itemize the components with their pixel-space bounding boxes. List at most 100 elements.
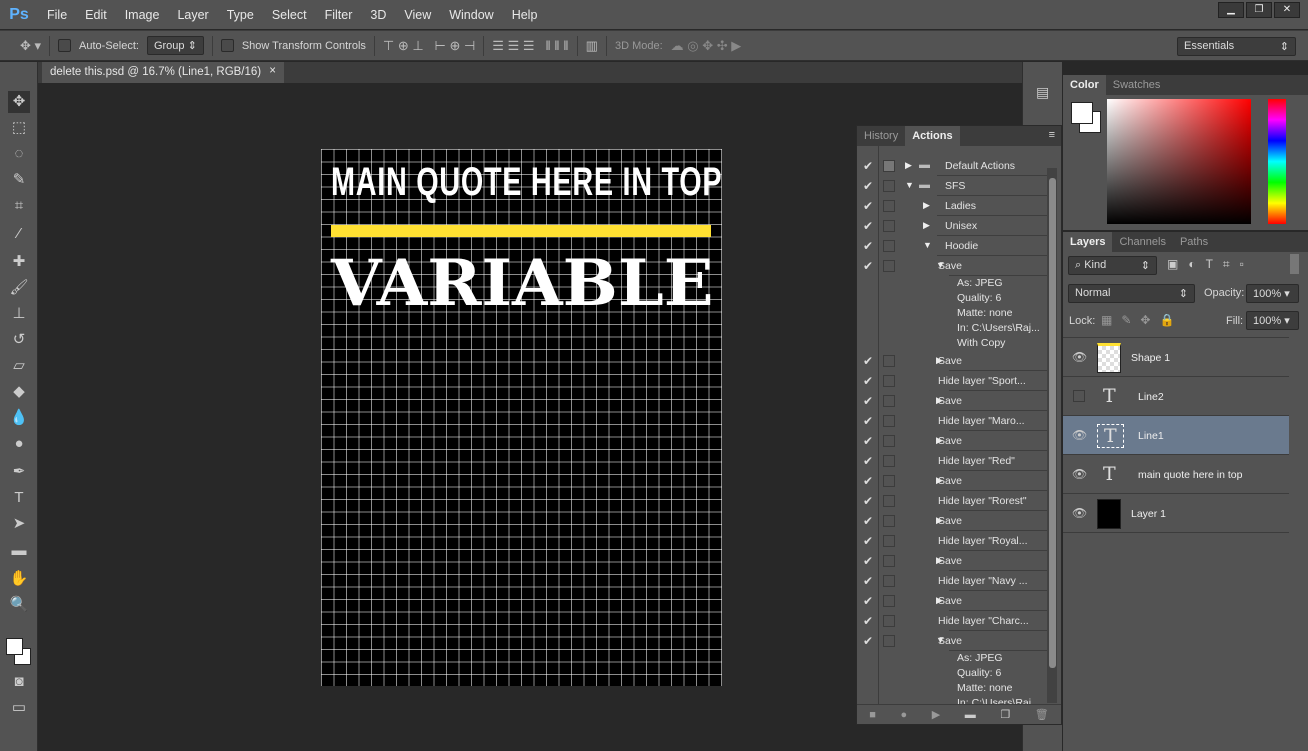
enabled-check-icon[interactable]: ✔ — [863, 554, 873, 568]
menu-select[interactable]: Select — [263, 8, 316, 22]
dialog-toggle[interactable] — [883, 240, 895, 252]
healing-tool-icon[interactable]: ✚ — [8, 251, 30, 273]
enabled-check-icon[interactable]: ✔ — [863, 199, 873, 213]
minimize-button[interactable]: ▁ — [1218, 2, 1244, 18]
type-tool-icon[interactable]: T — [8, 487, 30, 509]
layer-row[interactable]: 👁 Shape 1 — [1063, 338, 1289, 377]
menu-file[interactable]: File — [38, 8, 76, 22]
lock-icons[interactable]: ▦✎✥🔒 — [1101, 313, 1183, 327]
enabled-check-icon[interactable]: ✔ — [863, 414, 873, 428]
menu-view[interactable]: View — [395, 8, 440, 22]
play-icon[interactable]: ▶ — [932, 708, 940, 721]
action-item[interactable]: ✔ ▶ Save — [857, 591, 1047, 611]
menu-filter[interactable]: Filter — [316, 8, 362, 22]
action-item[interactable]: ✔ ▶ Ladies — [857, 196, 1047, 216]
enabled-check-icon[interactable]: ✔ — [863, 494, 873, 508]
dialog-toggle[interactable] — [883, 375, 895, 387]
auto-align-icon[interactable]: ▥ — [586, 38, 598, 54]
menu-3d[interactable]: 3D — [361, 8, 395, 22]
document-tab[interactable]: delete this.psd @ 16.7% (Line1, RGB/16) … — [42, 62, 284, 83]
eyedropper-tool-icon[interactable]: ⁄ — [8, 223, 30, 245]
action-item[interactable]: ✔ ▶ Save — [857, 351, 1047, 371]
auto-select-dropdown[interactable]: Group ⇕ — [146, 36, 204, 55]
enabled-check-icon[interactable]: ✔ — [863, 454, 873, 468]
dialog-toggle[interactable] — [883, 595, 895, 607]
action-set[interactable]: ✔ ▼ ▬ SFS — [857, 176, 1047, 196]
tab-channels[interactable]: Channels — [1112, 232, 1172, 252]
eraser-tool-icon[interactable]: ▱ — [8, 355, 30, 377]
quick-select-tool-icon[interactable]: ✎ — [8, 169, 30, 191]
dialog-toggle[interactable] — [883, 415, 895, 427]
tab-color[interactable]: Color — [1063, 75, 1106, 95]
move-tool-icon[interactable]: ✥ — [8, 91, 30, 113]
action-item[interactable]: ✔ ▶ Unisex — [857, 216, 1047, 236]
quick-mask-icon[interactable]: ◙ — [8, 671, 30, 693]
record-icon[interactable]: ● — [901, 709, 908, 721]
action-item[interactable]: ✔ ▶ Save — [857, 551, 1047, 571]
visibility-box[interactable] — [1073, 390, 1085, 402]
action-item[interactable]: ✔ Hide layer "Sport... — [857, 371, 1047, 391]
eye-icon[interactable]: 👁 — [1072, 467, 1087, 481]
dialog-toggle[interactable] — [883, 355, 895, 367]
layer-filter-icons[interactable]: ▣◐T⌗▫ — [1167, 257, 1254, 272]
action-item[interactable]: ✔ ▼ Save — [857, 631, 1047, 651]
tab-swatches[interactable]: Swatches — [1106, 75, 1168, 95]
tab-paths[interactable]: Paths — [1173, 232, 1215, 252]
eye-icon[interactable]: 👁 — [1072, 350, 1087, 364]
enabled-check-icon[interactable]: ✔ — [863, 614, 873, 628]
menu-edit[interactable]: Edit — [76, 8, 116, 22]
action-item[interactable]: ✔ ▼ Save — [857, 256, 1047, 276]
pen-tool-icon[interactable]: ✒ — [8, 461, 30, 483]
restore-button[interactable]: ❐ — [1246, 2, 1272, 18]
auto-select-checkbox[interactable] — [58, 39, 72, 52]
enabled-check-icon[interactable]: ✔ — [863, 354, 873, 368]
brush-tool-icon[interactable]: 🖌 — [8, 277, 30, 299]
layer-row[interactable]: 👁 T Line1 — [1063, 416, 1289, 455]
action-item[interactable]: ✔ Hide layer "Navy ... — [857, 571, 1047, 591]
collapsed-triangle-icon[interactable]: ▶ — [905, 160, 912, 171]
action-item[interactable]: ✔ Hide layer "Maro... — [857, 411, 1047, 431]
new-action-icon[interactable]: ❐ — [1000, 708, 1010, 721]
crop-tool-icon[interactable]: ⌗ — [8, 195, 30, 217]
close-button[interactable]: ✕ — [1274, 2, 1300, 18]
action-item[interactable]: ✔ Hide layer "Royal... — [857, 531, 1047, 551]
action-item[interactable]: ✔ ▶ Save — [857, 431, 1047, 451]
delete-icon[interactable]: 🗑 — [1035, 708, 1049, 721]
history-brush-tool-icon[interactable]: ↺ — [8, 329, 30, 351]
hand-tool-icon[interactable]: ✋ — [8, 568, 30, 590]
rectangle-tool-icon[interactable]: ▬ — [8, 540, 30, 562]
dialog-toggle[interactable] — [883, 160, 895, 172]
enabled-check-icon[interactable]: ✔ — [863, 474, 873, 488]
enabled-check-icon[interactable]: ✔ — [863, 394, 873, 408]
document-canvas[interactable]: MAIN QUOTE HERE IN TOP VARIABLE — [321, 149, 722, 686]
collapsed-triangle-icon[interactable]: ▶ — [923, 200, 930, 211]
close-tab-icon[interactable]: × — [269, 65, 276, 77]
paint-bucket-tool-icon[interactable]: ◆ — [8, 381, 30, 403]
dodge-tool-icon[interactable]: ● — [8, 433, 30, 455]
menu-layer[interactable]: Layer — [168, 8, 217, 22]
dialog-toggle[interactable] — [883, 635, 895, 647]
blend-mode-dropdown[interactable]: Normal ⇕ — [1068, 284, 1195, 303]
enabled-check-icon[interactable]: ✔ — [863, 574, 873, 588]
align-icons[interactable]: ⊤ ⊕ ⊥ ⊢ ⊕ ⊣ — [383, 38, 475, 54]
dialog-toggle[interactable] — [883, 475, 895, 487]
enabled-check-icon[interactable]: ✔ — [863, 634, 873, 648]
foreground-color-swatch[interactable] — [6, 638, 23, 655]
dialog-toggle[interactable] — [883, 200, 895, 212]
properties-icon[interactable]: ▤ — [1036, 84, 1049, 101]
dialog-toggle[interactable] — [883, 555, 895, 567]
stamp-tool-icon[interactable]: ⊥ — [8, 303, 30, 325]
workspace-dropdown[interactable]: Essentials ⇕ — [1177, 37, 1296, 56]
layer-row[interactable]: 👁 Layer 1 — [1063, 494, 1289, 533]
enabled-check-icon[interactable]: ✔ — [863, 514, 873, 528]
collapsed-triangle-icon[interactable]: ▶ — [923, 220, 930, 231]
menu-help[interactable]: Help — [503, 8, 547, 22]
eye-icon[interactable]: 👁 — [1072, 506, 1087, 520]
dialog-toggle[interactable] — [883, 495, 895, 507]
3d-mode-icons[interactable]: ☁ ◎ ✥ ✣ ▶ — [671, 38, 742, 54]
hue-slider[interactable] — [1268, 99, 1286, 224]
menu-window[interactable]: Window — [440, 8, 502, 22]
layers-scrollbar[interactable] — [1290, 254, 1299, 274]
opacity-field[interactable]: 100% ▾ — [1246, 284, 1299, 303]
stop-icon[interactable]: ■ — [869, 709, 876, 721]
